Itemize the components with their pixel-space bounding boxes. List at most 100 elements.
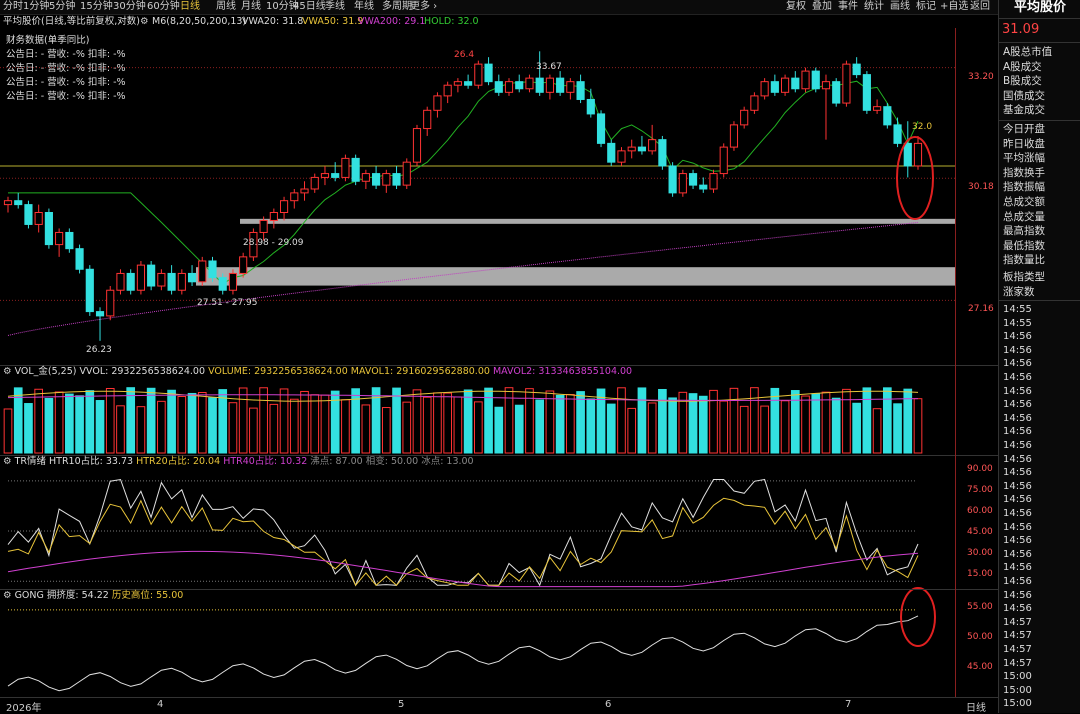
quote-item[interactable]: 总成交额 — [1003, 195, 1045, 210]
volume-bar — [310, 394, 320, 454]
candle-body — [832, 81, 841, 104]
volume-bar — [811, 393, 821, 454]
volume-bar — [658, 388, 667, 454]
volume-bar — [842, 388, 851, 454]
quote-item[interactable]: B股成交 — [1003, 74, 1042, 89]
volume-bar — [535, 399, 545, 454]
quote-item[interactable]: 国债成交 — [1003, 89, 1045, 104]
candle-body — [515, 81, 524, 90]
volume-bar — [780, 400, 790, 454]
quote-item[interactable]: 板指类型 — [1003, 270, 1045, 285]
volume-bar — [852, 402, 861, 454]
tick-time: 14:57 — [1003, 616, 1032, 628]
tr-axis-label: 75.00 — [967, 485, 993, 495]
volume-bar — [596, 388, 606, 454]
volume-bar — [85, 390, 95, 454]
hold-line — [8, 80, 919, 285]
quote-item[interactable]: 指数换手 — [1003, 166, 1045, 181]
candle-body — [361, 173, 370, 182]
volume-bar — [637, 387, 647, 454]
volume-bar — [44, 397, 54, 454]
volume-bar — [187, 392, 197, 454]
volume-bar — [882, 387, 892, 454]
quote-item[interactable]: A股成交 — [1003, 60, 1042, 75]
tick-time: 14:56 — [1003, 358, 1032, 370]
tick-time: 14:56 — [1003, 467, 1032, 479]
quote-item[interactable]: 总成交量 — [1003, 210, 1045, 225]
volume-bar — [443, 392, 452, 454]
volume-bar — [872, 408, 882, 454]
hot-value: 沸点: 87.00 — [310, 456, 363, 467]
volume-bar — [34, 388, 44, 454]
volume-bar — [157, 400, 166, 454]
candle-body — [95, 311, 105, 317]
tr-axis-label: 45.00 — [967, 527, 993, 537]
tick-time: 14:56 — [1003, 494, 1032, 506]
volume-bar — [289, 398, 299, 454]
candle-body — [648, 139, 657, 152]
period-label[interactable]: 日线 — [966, 699, 986, 714]
candle-body — [392, 173, 401, 186]
high-label-1: 26.4 — [454, 50, 474, 60]
candle-body — [617, 150, 626, 163]
candle-body — [341, 157, 350, 178]
volume-bar — [453, 396, 463, 454]
volume-value: VOLUME: 2932256538624.00 — [208, 366, 348, 377]
volume-bar — [474, 401, 483, 454]
candle-body — [44, 211, 53, 246]
candle-body — [474, 63, 483, 86]
quote-item[interactable]: 指数量比 — [1003, 253, 1045, 268]
candle-body — [883, 106, 892, 126]
date-axis-label: 7 — [845, 699, 852, 710]
gong-settings-icon[interactable]: ⚙ — [3, 590, 12, 601]
panel-divider — [999, 42, 1080, 43]
quote-item[interactable]: 涨家数 — [1003, 285, 1035, 300]
volume-bar — [739, 405, 749, 454]
candle-body — [821, 81, 831, 90]
candle-body — [402, 161, 411, 186]
vol-settings-icon[interactable]: ⚙ — [3, 366, 12, 377]
tr-sentiment-lines — [7, 478, 919, 588]
htr10-line — [7, 478, 919, 587]
volume-bar — [647, 402, 657, 454]
candle-body — [75, 248, 84, 270]
volume-bar — [126, 387, 136, 454]
zone-label-2: 27.51 - 27.95 — [197, 298, 258, 308]
quote-item[interactable]: 指数振幅 — [1003, 180, 1045, 195]
quote-item[interactable]: 今日开盘 — [1003, 122, 1045, 137]
volume-bar — [228, 402, 238, 454]
candle-body — [351, 157, 360, 182]
quote-item[interactable]: 平均涨幅 — [1003, 151, 1045, 166]
quote-item[interactable]: A股总市值 — [1003, 45, 1052, 60]
volume-bar — [586, 398, 596, 454]
quote-item[interactable]: 基金成交 — [1003, 103, 1045, 118]
mavol2-value: MAVOL2: 3133463855104.00 — [492, 366, 633, 377]
volume-bar — [197, 392, 207, 454]
volume-bar — [167, 389, 176, 454]
gong-line — [7, 609, 919, 692]
candle-body — [504, 81, 514, 93]
volume-bar — [862, 387, 872, 454]
candle-body — [719, 146, 728, 175]
candle-body — [903, 142, 912, 167]
candle-body — [85, 268, 94, 313]
candle-body — [453, 81, 462, 86]
volume-bar — [341, 399, 350, 454]
tr-settings-icon[interactable]: ⚙ — [3, 456, 12, 467]
index-name: 平均股价 — [1013, 0, 1066, 15]
quote-item[interactable]: 最高指数 — [1003, 224, 1045, 239]
quote-item[interactable]: 最低指数 — [1003, 239, 1045, 254]
quote-item[interactable]: 昨日收盘 — [1003, 137, 1045, 152]
mavol1-line — [7, 390, 919, 402]
main-chart[interactable]: 26.4 33.67 26.23 28.98 - 29.09 27.51 - 27.95… — [0, 0, 998, 713]
tr-axis-label: 60.00 — [967, 506, 993, 516]
date-axis-label: 2026年 — [6, 703, 42, 714]
candle-body — [116, 272, 125, 291]
volume-bar — [24, 403, 33, 454]
candle-body — [187, 272, 197, 283]
price-axis-label: 30.18 — [968, 182, 994, 192]
date-axis-label: 6 — [605, 699, 612, 710]
volume-bar — [146, 387, 156, 454]
volume-bar — [361, 404, 371, 454]
crowd-value: 拥挤度: 54.22 — [46, 590, 109, 601]
